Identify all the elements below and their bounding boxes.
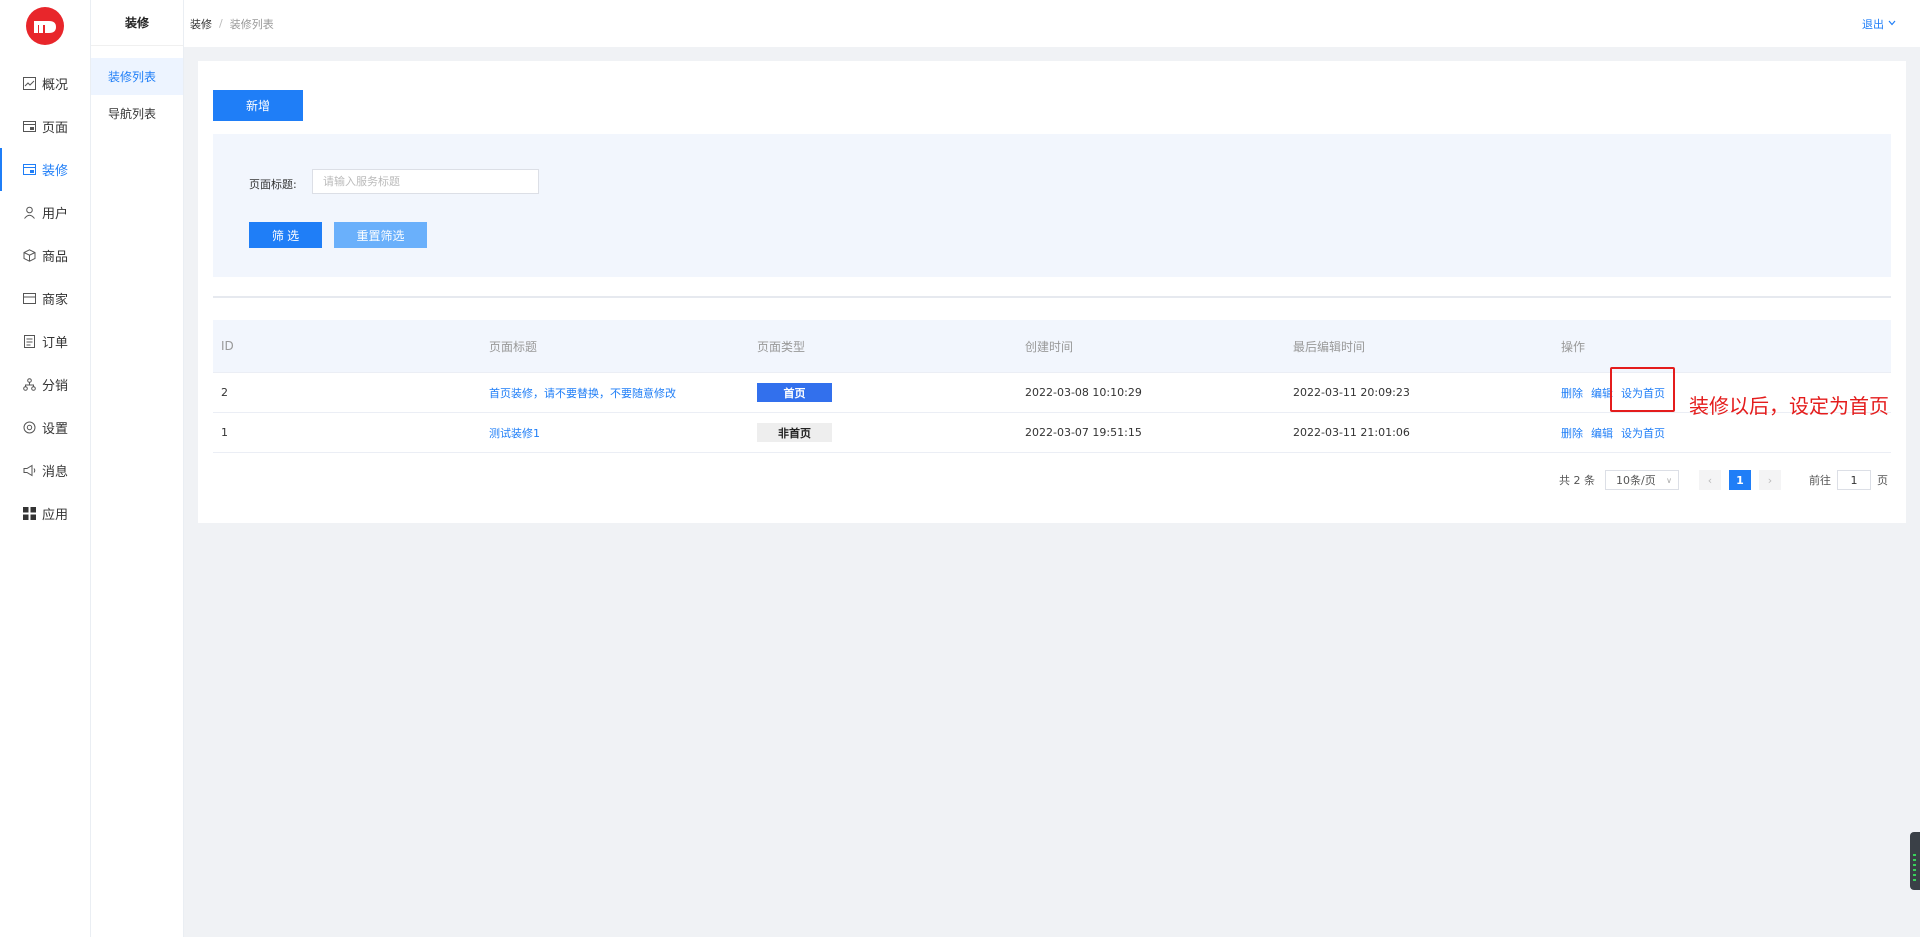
goto-page-input[interactable] xyxy=(1837,470,1871,490)
breadcrumb: 装修 / 装修列表 xyxy=(190,16,274,32)
decoration-icon xyxy=(22,163,36,177)
table-row: 1 测试装修1 非首页 2022-03-07 19:51:15 2022-03-… xyxy=(213,413,1891,453)
page-title-search-input[interactable] xyxy=(312,169,539,194)
subnav-title: 装修 xyxy=(91,0,183,46)
nav-label: 页面 xyxy=(42,121,69,136)
edge-widget[interactable] xyxy=(1910,832,1920,890)
breadcrumb-current: 装修列表 xyxy=(229,17,274,31)
nav-label: 订单 xyxy=(42,336,69,351)
main-nav: 概况 页面 装修 用户 商品 商家 订单 分销 设置 消息 应用 xyxy=(0,62,90,535)
secondary-sidebar: 装修 装修列表 导航列表 xyxy=(91,0,184,937)
delete-link[interactable]: 删除 xyxy=(1561,425,1583,441)
page-number-button[interactable]: 1 xyxy=(1729,470,1751,490)
goto-page: 前往 页 xyxy=(1809,470,1888,490)
order-icon xyxy=(22,335,36,349)
nav-item-apps[interactable]: 应用 xyxy=(0,492,90,535)
chevron-left-icon: ‹ xyxy=(1707,473,1713,487)
goto-prefix: 前往 xyxy=(1809,474,1831,487)
page-title-label: 页面标题: xyxy=(249,178,297,191)
distribution-icon xyxy=(22,378,36,392)
row-created-time: 2022-03-08 10:10:29 xyxy=(1025,386,1142,399)
annotation-text: 装修以后，设定为首页 xyxy=(1689,394,1889,418)
prev-page-button[interactable]: ‹ xyxy=(1699,470,1721,490)
row-title-link[interactable]: 测试装修1 xyxy=(489,427,540,440)
nav-label: 应用 xyxy=(42,508,69,523)
nav-label: 商品 xyxy=(42,250,69,265)
row-edited-time: 2022-03-11 20:09:23 xyxy=(1293,386,1410,399)
chevron-right-icon: › xyxy=(1767,473,1773,487)
nav-item-distribution[interactable]: 分销 xyxy=(0,363,90,406)
page-icon xyxy=(22,120,36,134)
chevron-down-icon: ∨ xyxy=(1666,475,1672,485)
logout-label: 退出 xyxy=(1862,18,1884,31)
breadcrumb-separator: / xyxy=(219,17,223,30)
delete-link[interactable]: 删除 xyxy=(1561,385,1583,401)
breadcrumb-root[interactable]: 装修 xyxy=(190,16,212,32)
column-header-type: 页面类型 xyxy=(757,339,806,354)
subnav-item-decoration-list[interactable]: 装修列表 xyxy=(91,58,183,95)
nav-item-decoration[interactable]: 装修 xyxy=(0,148,90,191)
brand-logo[interactable] xyxy=(26,7,64,45)
nav-label: 设置 xyxy=(42,422,69,437)
top-bar: 装修 / 装修列表 退出 xyxy=(184,0,1920,47)
nav-item-orders[interactable]: 订单 xyxy=(0,320,90,363)
megaphone-icon xyxy=(22,464,36,478)
annotation-highlight-box xyxy=(1610,367,1675,412)
section-divider xyxy=(213,296,1891,298)
nav-item-settings[interactable]: 设置 xyxy=(0,406,90,449)
store-icon xyxy=(22,292,36,306)
main-card: 新增 页面标题: 筛 选 重置筛选 ID 页面标题 页面类型 创建时间 最后编辑… xyxy=(198,61,1906,523)
row-actions: 删除 编辑 设为首页 xyxy=(1561,425,1891,441)
page-type-badge: 首页 xyxy=(757,383,832,402)
logout-button[interactable]: 退出 xyxy=(1862,16,1896,32)
reset-filter-button[interactable]: 重置筛选 xyxy=(334,222,427,248)
user-icon xyxy=(22,206,36,220)
nav-item-pages[interactable]: 页面 xyxy=(0,105,90,148)
nav-item-overview[interactable]: 概况 xyxy=(0,62,90,105)
filter-panel: 页面标题: 筛 选 重置筛选 xyxy=(213,134,1891,277)
pagination-total: 共 2 条 xyxy=(1559,474,1595,487)
add-new-button[interactable]: 新增 xyxy=(213,90,303,121)
column-header-title: 页面标题 xyxy=(489,339,538,354)
logo-mark-icon xyxy=(34,21,56,33)
set-home-link[interactable]: 设为首页 xyxy=(1621,425,1665,441)
chevron-down-icon xyxy=(1888,19,1896,29)
nav-item-messages[interactable]: 消息 xyxy=(0,449,90,492)
box-icon xyxy=(22,249,36,263)
chart-icon xyxy=(22,77,36,91)
settings-icon xyxy=(22,421,36,435)
nav-label: 装修 xyxy=(42,164,69,179)
nav-item-merchants[interactable]: 商家 xyxy=(0,277,90,320)
nav-item-products[interactable]: 商品 xyxy=(0,234,90,277)
column-header-edited: 最后编辑时间 xyxy=(1293,339,1366,354)
pagination: 共 2 条 10条/页 ∨ ‹ 1 › 前往 页 xyxy=(1559,470,1888,490)
goto-suffix: 页 xyxy=(1877,474,1888,487)
column-header-created: 创建时间 xyxy=(1025,339,1074,354)
page-size-select[interactable]: 10条/页 ∨ xyxy=(1605,470,1679,490)
row-created-time: 2022-03-07 19:51:15 xyxy=(1025,426,1142,439)
table-header: ID 页面标题 页面类型 创建时间 最后编辑时间 操作 xyxy=(213,320,1891,373)
primary-sidebar: 概况 页面 装修 用户 商品 商家 订单 分销 设置 消息 应用 xyxy=(0,0,91,937)
row-edited-time: 2022-03-11 21:01:06 xyxy=(1293,426,1410,439)
row-title-link[interactable]: 首页装修，请不要替换，不要随意修改 xyxy=(489,387,676,400)
row-id: 1 xyxy=(221,426,228,439)
nav-label: 商家 xyxy=(42,293,69,308)
page-type-badge: 非首页 xyxy=(757,423,832,442)
filter-button[interactable]: 筛 选 xyxy=(249,222,322,248)
nav-label: 分销 xyxy=(42,379,69,394)
column-header-actions: 操作 xyxy=(1561,339,1586,354)
row-id: 2 xyxy=(221,386,228,399)
nav-label: 用户 xyxy=(42,207,69,222)
nav-item-users[interactable]: 用户 xyxy=(0,191,90,234)
column-header-id: ID xyxy=(221,339,234,353)
page-size-value: 10条/页 xyxy=(1616,474,1656,487)
nav-label: 概况 xyxy=(42,78,69,93)
grid-icon xyxy=(22,507,36,521)
edit-link[interactable]: 编辑 xyxy=(1591,425,1613,441)
subnav-item-navigation-list[interactable]: 导航列表 xyxy=(91,95,183,132)
next-page-button[interactable]: › xyxy=(1759,470,1781,490)
nav-label: 消息 xyxy=(42,465,69,480)
